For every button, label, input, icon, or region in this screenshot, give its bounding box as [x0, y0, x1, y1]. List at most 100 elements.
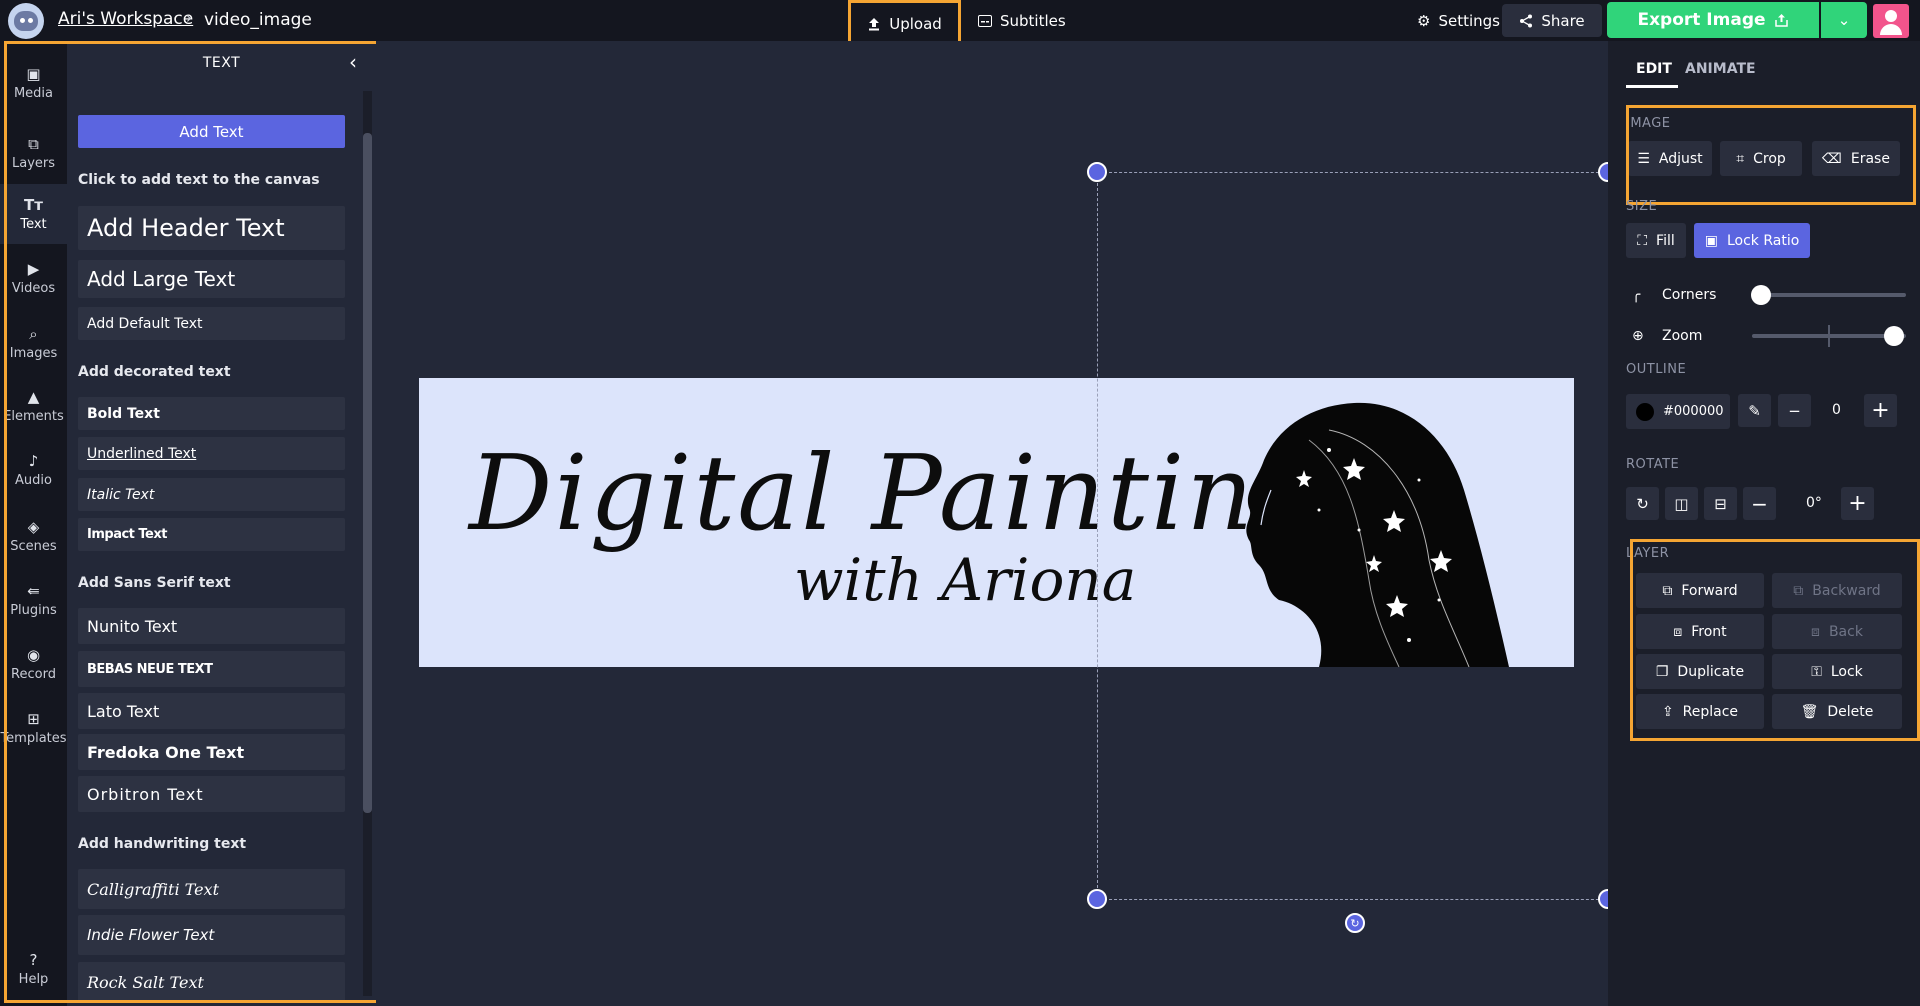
rail-item-images[interactable]: ⌕ Images — [0, 313, 67, 373]
lato-text-button[interactable]: Lato Text — [78, 693, 345, 729]
rotate-value[interactable]: 0° — [1806, 495, 1822, 511]
rotate-icon[interactable]: ↻ — [1626, 487, 1659, 520]
export-dropdown-button[interactable]: ⌄ — [1821, 2, 1867, 38]
help-icon: ? — [29, 950, 38, 969]
flip-horizontal-icon[interactable]: ◫ — [1665, 487, 1698, 520]
corners-slider[interactable] — [1752, 293, 1906, 297]
settings-button[interactable]: ⚙ Settings — [1405, 4, 1512, 37]
elements-icon: ▲ — [27, 387, 40, 406]
active-tab-indicator — [1626, 85, 1678, 88]
export-label: Export Image — [1637, 10, 1766, 30]
outline-decrease-button[interactable]: − — [1778, 394, 1811, 427]
workspace-logo[interactable] — [8, 3, 44, 39]
tool-rail: ▣ Media ⧉ Layers Tт Text ▶ Videos ⌕ Imag… — [0, 41, 67, 1006]
rotate-handle-icon[interactable]: ↻ — [1345, 913, 1365, 933]
bold-text-button[interactable]: Bold Text — [78, 397, 345, 430]
subtitles-icon — [978, 14, 992, 27]
decorated-section-title: Add decorated text — [78, 364, 231, 380]
rail-item-record[interactable]: ◉ Record — [0, 634, 67, 694]
resize-handle-bottom-right[interactable] — [1598, 889, 1608, 909]
expand-icon: ⛶ — [1637, 232, 1648, 249]
aspect-ratio-icon: ▣ — [1704, 232, 1718, 249]
rotate-section-label: ROTATE — [1626, 457, 1680, 472]
indie-flower-text-button[interactable]: Indie Flower Text — [78, 915, 345, 955]
editor-canvas[interactable]: Digital Painting with Ariona ↻ — [376, 41, 1608, 1006]
breadcrumb-filename[interactable]: video_image — [204, 10, 312, 30]
images-icon: ⌕ — [29, 324, 38, 343]
rail-item-videos[interactable]: ▶ Videos — [0, 248, 67, 308]
rotate-decrease-button[interactable]: − — [1743, 487, 1776, 520]
fredoka-text-button[interactable]: Fredoka One Text — [78, 734, 345, 770]
color-swatch — [1636, 402, 1654, 421]
plugins-icon: ⇚ — [27, 581, 40, 600]
outline-width-value[interactable]: 0 — [1832, 402, 1841, 418]
panel-title: TEXT — [202, 55, 241, 71]
sans-serif-section-title: Add Sans Serif text — [78, 575, 231, 591]
rail-item-plugins[interactable]: ⇚ Plugins — [0, 570, 67, 630]
resize-handle-top-left[interactable] — [1087, 162, 1107, 182]
add-text-button[interactable]: Add Text — [78, 115, 345, 148]
record-icon: ◉ — [26, 645, 41, 664]
rail-item-elements[interactable]: ▲ Elements — [0, 376, 67, 436]
rail-item-layers[interactable]: ⧉ Layers — [0, 123, 67, 183]
settings-label: Settings — [1438, 11, 1500, 30]
breadcrumb-separator: › — [186, 9, 192, 27]
banner-subtitle: with Ariona — [794, 546, 1137, 614]
zoom-slider-knob[interactable] — [1884, 326, 1904, 346]
flip-vertical-icon[interactable]: ⊟ — [1704, 487, 1737, 520]
corners-slider-knob[interactable] — [1751, 285, 1771, 305]
videos-icon: ▶ — [27, 259, 40, 278]
rail-item-templates[interactable]: ⊞ Templates — [0, 698, 67, 758]
banner-image[interactable]: Digital Painting with Ariona — [419, 378, 1574, 667]
underlined-text-button[interactable]: Underlined Text — [78, 437, 345, 470]
bebas-text-button[interactable]: BEBAS NEUE TEXT — [78, 651, 345, 687]
panel-scrollbar[interactable] — [363, 91, 372, 996]
calligraffiti-text-button[interactable]: Calligraffiti Text — [78, 869, 345, 909]
add-large-text-button[interactable]: Add Large Text — [78, 260, 345, 298]
properties-panel: EDIT ANIMATE IMAGE ☰ Adjust ⌗ Crop ⌫ Era… — [1608, 41, 1920, 1006]
outline-increase-button[interactable]: + — [1864, 394, 1897, 427]
upload-button[interactable]: Upload — [848, 0, 961, 47]
outline-color-picker[interactable]: #000000 — [1626, 394, 1730, 429]
rail-item-text[interactable]: Tт Text — [0, 184, 67, 244]
orbitron-text-button[interactable]: Orbitron Text — [78, 776, 345, 812]
layers-icon: ⧉ — [28, 134, 39, 153]
rail-item-media[interactable]: ▣ Media — [0, 53, 67, 113]
nunito-text-button[interactable]: Nunito Text — [78, 608, 345, 644]
share-button[interactable]: Share — [1502, 4, 1602, 37]
lock-ratio-button[interactable]: ▣ Lock Ratio — [1694, 223, 1810, 258]
gear-icon: ⚙ — [1417, 11, 1431, 30]
share-icon — [1520, 14, 1533, 27]
resize-handle-bottom-left[interactable] — [1087, 889, 1107, 909]
resize-handle-top-right[interactable] — [1598, 162, 1608, 182]
italic-text-button[interactable]: Italic Text — [78, 478, 345, 511]
scenes-icon: ◈ — [27, 517, 40, 536]
rotate-increase-button[interactable]: + — [1841, 487, 1874, 520]
add-default-text-button[interactable]: Add Default Text — [78, 307, 345, 340]
export-image-button[interactable]: Export Image — [1607, 2, 1819, 38]
zoom-icon: ⊕ — [1632, 328, 1644, 344]
zoom-slider-center-tick — [1828, 325, 1830, 347]
rail-item-help[interactable]: ? Help — [0, 939, 67, 999]
top-bar: Ari's Workspace › video_image Upload Sub… — [0, 0, 1920, 47]
rail-item-audio[interactable]: ♪ Audio — [0, 440, 67, 500]
outline-section-label: OUTLINE — [1626, 362, 1687, 377]
tab-edit[interactable]: EDIT — [1636, 61, 1672, 77]
rail-item-scenes[interactable]: ◈ Scenes — [0, 506, 67, 566]
chevron-down-icon: ⌄ — [1837, 11, 1851, 29]
text-panel: TEXT ‹ Add Text Click to add text to the… — [67, 41, 376, 1006]
rock-salt-text-button[interactable]: Rock Salt Text — [78, 962, 345, 1002]
tab-animate[interactable]: ANIMATE — [1685, 61, 1756, 77]
upload-label: Upload — [889, 14, 942, 33]
chevron-left-icon[interactable]: ‹ — [349, 50, 357, 74]
eyedropper-icon[interactable]: ✎ — [1738, 394, 1771, 427]
user-avatar[interactable] — [1873, 4, 1909, 38]
fill-button[interactable]: ⛶ Fill — [1626, 223, 1686, 258]
media-icon: ▣ — [26, 64, 41, 83]
add-header-text-button[interactable]: Add Header Text — [78, 206, 345, 250]
breadcrumb-workspace[interactable]: Ari's Workspace — [58, 9, 193, 29]
share-label: Share — [1541, 11, 1585, 30]
selection-guide-bottom — [1099, 899, 1608, 900]
impact-text-button[interactable]: Impact Text — [78, 518, 345, 551]
subtitles-button[interactable]: Subtitles — [966, 4, 1078, 37]
